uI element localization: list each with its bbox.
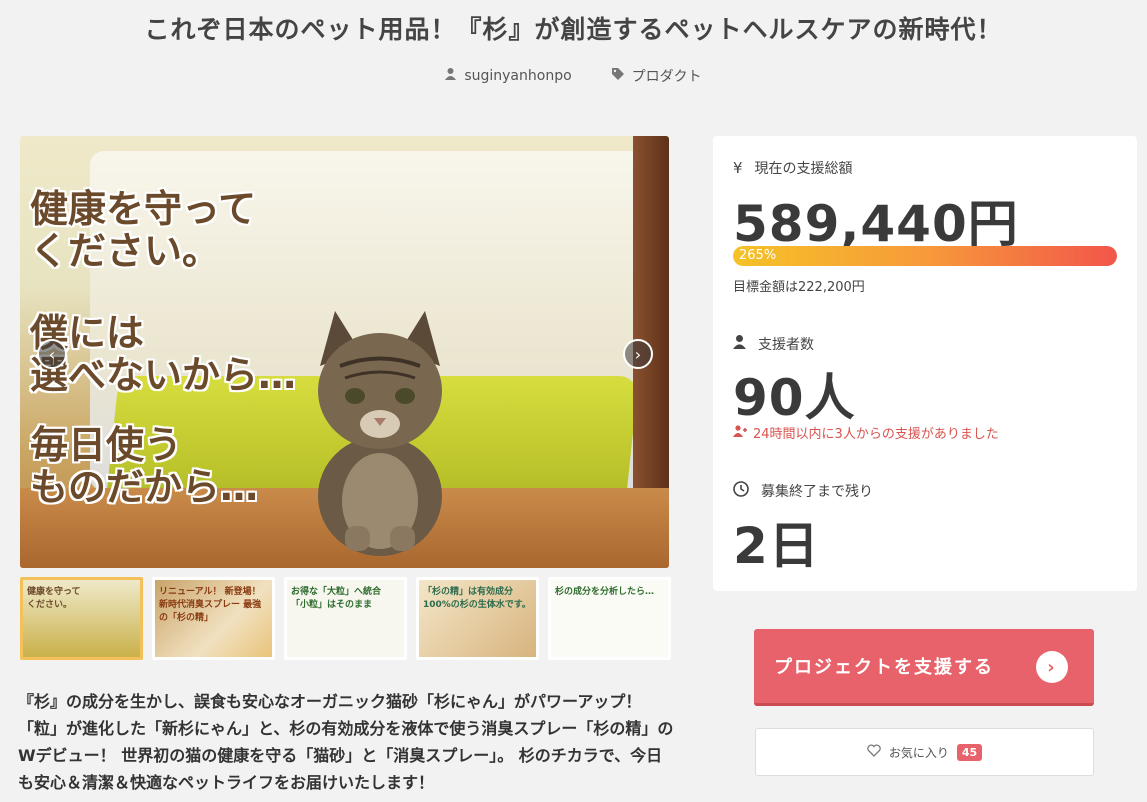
users-icon: [733, 424, 747, 441]
author-link[interactable]: suginyanhonpo: [445, 66, 572, 86]
category-name: プロダクト: [631, 69, 702, 85]
thumbnail-label: お得な「大粒」へ統合 「小粒」はそのまま: [291, 587, 391, 610]
hero-image-carousel[interactable]: 健康を守って ください。 僕には 選べないから… 毎日使う ものだから…: [20, 136, 669, 568]
yen-icon: ¥: [733, 159, 743, 177]
category-link[interactable]: プロダクト: [611, 66, 702, 86]
page-title: これぞ日本のペット用品！『杉』が創造するペットヘルスケアの新時代！: [144, 15, 1003, 44]
thumbnail-label: 「杉の精」は有効成分100%の杉の生体水です。: [423, 587, 531, 610]
support-project-button[interactable]: プロジェクトを支援する ›: [754, 629, 1094, 706]
supporters-count: 90人: [733, 369, 856, 427]
chevron-right-icon: ›: [634, 344, 642, 364]
support-button-label: プロジェクトを支援する: [774, 657, 994, 678]
user-icon: [733, 335, 746, 353]
goal-amount: 目標金額は222,200円: [733, 280, 865, 295]
carousel-prev-button[interactable]: ‹: [37, 339, 67, 369]
remaining-label: 募集終了まで残り: [761, 484, 873, 500]
chevron-right-circle-icon: ›: [1036, 651, 1068, 683]
thumbnail-label: 杉の成分を分析したら…: [555, 587, 655, 597]
progress-fill: 265%: [733, 246, 1117, 266]
thumbnail-4[interactable]: 「杉の精」は有効成分100%の杉の生体水です。: [416, 577, 539, 660]
stats-panel: ¥ 現在の支援総額 589,440円 265% 目標金額は222,200円 支援…: [713, 136, 1137, 591]
chevron-left-icon: ‹: [48, 344, 56, 364]
thumbnail-label: 健康を守って ください。: [27, 587, 81, 610]
supporters-label-row: 支援者数: [733, 334, 814, 354]
kitten-image: [318, 311, 442, 556]
total-label-row: ¥ 現在の支援総額: [733, 158, 853, 178]
thumbnail-2[interactable]: リニューアル！ 新登場！ 新時代消臭スプレー 最強の「杉の精」: [152, 577, 275, 660]
remaining-days: 2日: [733, 517, 820, 575]
thumbnail-1[interactable]: 健康を守って ください。: [20, 577, 143, 660]
thumbnail-3[interactable]: お得な「大粒」へ統合 「小粒」はそのまま: [284, 577, 407, 660]
author-name: suginyanhonpo: [464, 68, 572, 84]
project-meta: suginyanhonpo プロダクト: [0, 66, 1147, 86]
favorite-count-badge: 45: [956, 743, 983, 761]
hero-caption-3: 毎日使う ものだから…: [30, 423, 259, 509]
clock-icon: [733, 481, 749, 501]
hero-wall: [633, 136, 669, 496]
tag-icon: [611, 68, 624, 84]
favorite-button[interactable]: お気に入り 45: [755, 728, 1094, 776]
hero-caption-1: 健康を守って ください。: [30, 187, 257, 273]
project-description: 『杉』の成分を生かし、誤食も安心なオーガニック猫砂「杉にゃん」がパワーアップ！「…: [18, 692, 674, 792]
heart-icon: [867, 744, 881, 760]
supporters-label: 支援者数: [758, 337, 814, 353]
recent-support-text: 24時間以内に3人からの支援がありました: [753, 427, 999, 442]
thumbnail-5[interactable]: 杉の成分を分析したら…: [548, 577, 671, 660]
recent-support-notice: 24時間以内に3人からの支援がありました: [733, 423, 999, 442]
thumbnail-strip: 健康を守って ください。 リニューアル！ 新登場！ 新時代消臭スプレー 最強の「…: [20, 577, 671, 660]
favorite-label: お気に入り: [888, 745, 949, 760]
remaining-label-row: 募集終了まで残り: [733, 481, 873, 501]
thumbnail-label: リニューアル！ 新登場！ 新時代消臭スプレー 最強の「杉の精」: [159, 587, 262, 623]
carousel-next-button[interactable]: ›: [623, 339, 653, 369]
hero-caption-2: 僕には 選べないから…: [30, 311, 297, 397]
user-icon: [445, 68, 457, 84]
total-label: 現在の支援総額: [754, 161, 853, 177]
funding-progress-bar: 265%: [733, 246, 1117, 266]
